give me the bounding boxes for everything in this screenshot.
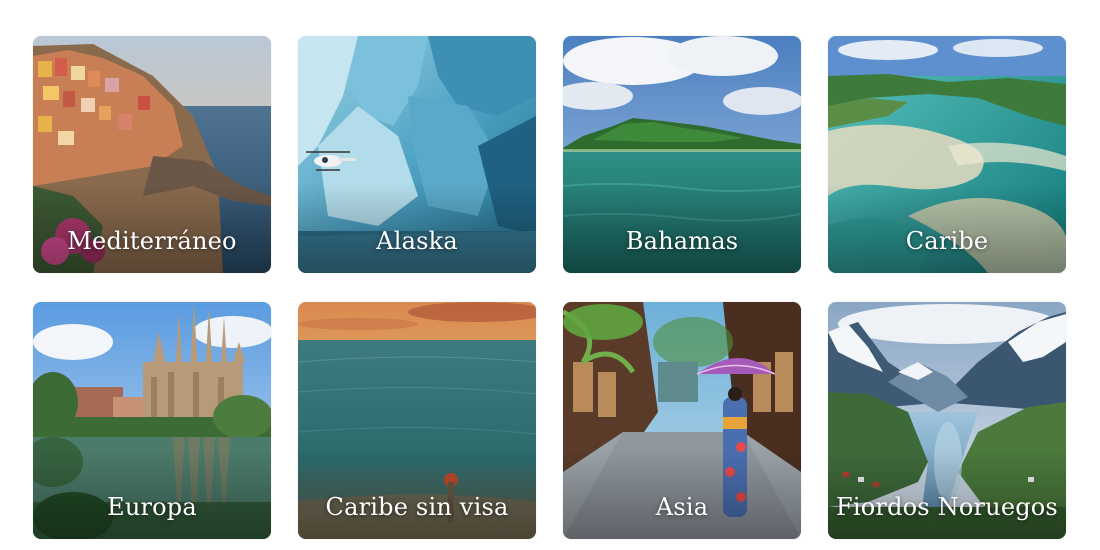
destination-label: Bahamas xyxy=(625,227,739,255)
destination-card-europa[interactable]: Europa xyxy=(33,302,271,539)
destination-label: Caribe xyxy=(905,227,989,255)
destination-label: Fiordos Noruegos xyxy=(836,493,1058,521)
destination-label: Caribe sin visa xyxy=(325,493,509,521)
destination-card-mediterraneo[interactable]: Mediterráneo xyxy=(33,36,271,273)
destination-label: Mediterráneo xyxy=(67,227,237,255)
destination-label: Europa xyxy=(107,493,197,521)
destination-card-asia[interactable]: Asia xyxy=(563,302,801,539)
destination-card-caribe[interactable]: Caribe xyxy=(828,36,1066,273)
destination-label: Asia xyxy=(655,493,709,521)
destination-label: Alaska xyxy=(376,227,458,255)
destination-card-fiordos-noruegos[interactable]: Fiordos Noruegos xyxy=(828,302,1066,539)
destination-card-caribe-sin-visa[interactable]: Caribe sin visa xyxy=(298,302,536,539)
destination-card-alaska[interactable]: Alaska xyxy=(298,36,536,273)
destinations-grid: Mediterráneo Alaska Bahamas Caribe Europ… xyxy=(33,36,1066,539)
destination-card-bahamas[interactable]: Bahamas xyxy=(563,36,801,273)
